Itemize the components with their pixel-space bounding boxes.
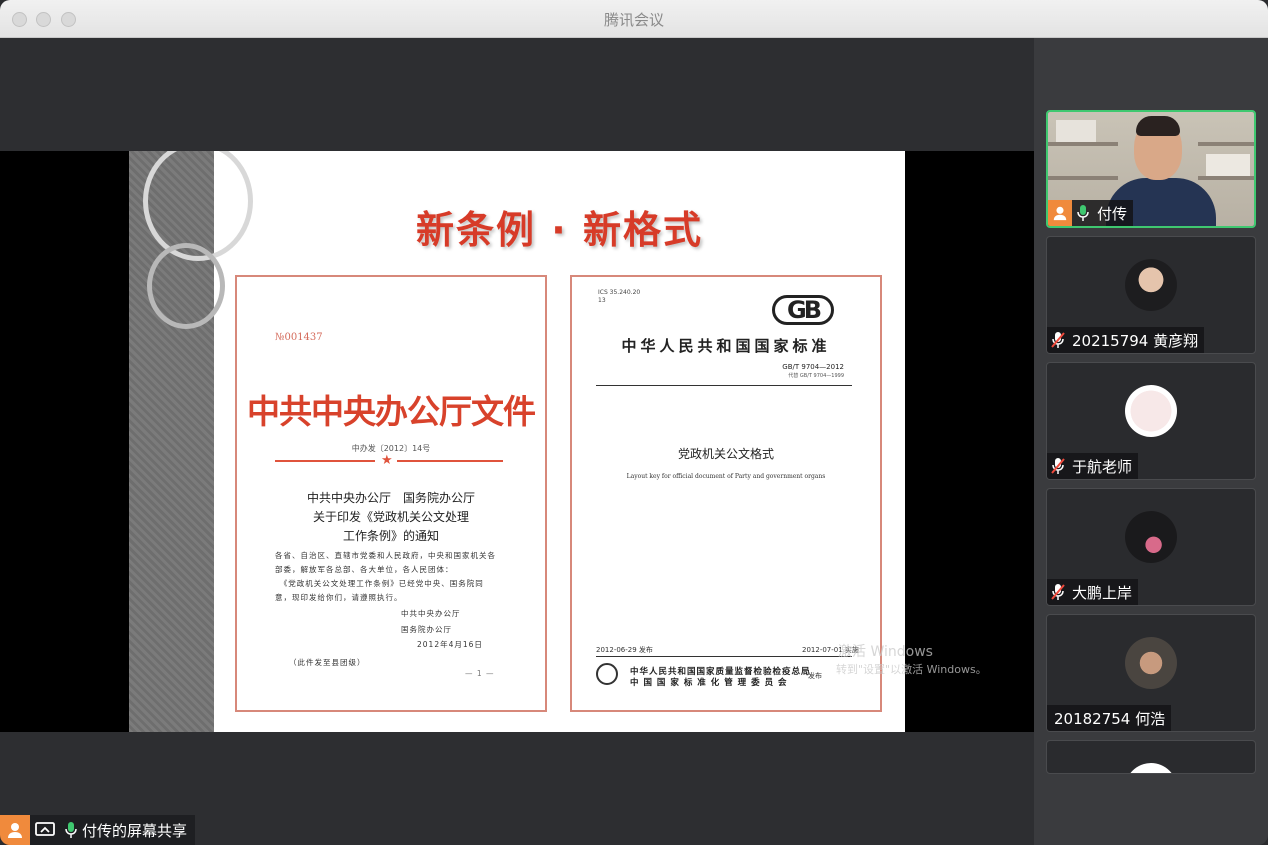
standard-rule [596, 385, 852, 386]
screen-share-label: 付传的屏幕共享 [82, 821, 188, 840]
video-shelf [1198, 142, 1254, 146]
standards-seal-icon [596, 663, 618, 685]
body-line: 《党政机关公文处理工作条例》已经党中央、国务院同 [275, 579, 484, 588]
slide-title: 新条例 · 新格式 [416, 208, 703, 252]
participant-tile-active[interactable]: 付传 [1046, 110, 1256, 228]
participant-tile[interactable] [1046, 740, 1256, 774]
participant-name: 付传 [1097, 204, 1128, 223]
user-avatar-icon [0, 815, 30, 845]
participant-name-tag: 于航老师 [1047, 453, 1139, 479]
notice-line: 中共中央办公厅 国务院办公厅 [306, 491, 475, 505]
doc-serial: №001437 [275, 332, 323, 343]
participant-tile[interactable]: 20182754 何浩 [1046, 614, 1256, 732]
participant-tile[interactable]: 20215794 黄彦翔 [1046, 236, 1256, 354]
standard-bottom-rule [596, 656, 852, 657]
mic-on-icon [1072, 200, 1094, 226]
sign-org: 中共中央办公厅 [401, 609, 461, 618]
document-left: №001437 中共中央办公厅文件 中办发〔2012〕14号 ★ 中共中央办公厅… [235, 275, 547, 712]
notice-line: 关于印发《党政机关公文处理 [312, 510, 469, 524]
shared-screen-stage: 新条例 · 新格式 №001437 中共中央办公厅文件 中办发〔2012〕14号… [0, 38, 1034, 845]
mic-on-icon [60, 817, 82, 843]
body-line: 意，现印发给你们，请遵照执行。 [275, 593, 403, 602]
decor-ring [147, 243, 225, 329]
participant-avatar [1125, 637, 1177, 689]
slide-decoration [129, 151, 253, 732]
title-bar: 腾讯会议 [0, 0, 1268, 38]
standard-code: GB/T 9704—2012 [782, 363, 844, 371]
participant-name: 20182754 何浩 [1054, 709, 1166, 728]
participant-name-tag: 付传 [1048, 200, 1134, 226]
ics-line: 13 [598, 297, 606, 304]
ics-code: ICS 35.240.20 13 [598, 289, 640, 305]
sign-org: 国务院办公厅 [401, 625, 452, 634]
participant-tile[interactable]: 大鹏上岸 [1046, 488, 1256, 606]
participant-tile[interactable]: 于航老师 [1046, 362, 1256, 480]
screen-share-badge: 付传的屏幕共享 [0, 815, 196, 845]
notice-line: 工作条例》的通知 [342, 529, 439, 543]
participant-sidebar[interactable]: 付传 20215794 黄彦翔 于航老师 大鹏上岸 20182754 何浩 [1034, 38, 1268, 845]
participant-avatar [1125, 259, 1177, 311]
sign-date: 2012年4月16日 [417, 640, 483, 649]
ics-line: ICS 35.240.20 [598, 289, 641, 296]
participant-name: 于航老师 [1072, 457, 1133, 476]
participant-name-tag: 大鹏上岸 [1047, 579, 1139, 605]
body-line: 部委，解放军各总部、各大单位，各人民团体： [275, 565, 454, 574]
distribution-note: （此件发至县团级） [289, 658, 366, 667]
video-books [1056, 120, 1096, 142]
meeting-window: 腾讯会议 新条例 · 新格式 №001437 中共中央办公厅文件 中办发〔201… [0, 0, 1268, 845]
participant-avatar [1125, 763, 1177, 773]
red-rule [397, 460, 503, 462]
video-books [1206, 154, 1250, 176]
mic-muted-icon [1047, 453, 1069, 479]
presentation-slide: 新条例 · 新格式 №001437 中共中央办公厅文件 中办发〔2012〕14号… [129, 151, 905, 732]
participant-avatar [1125, 511, 1177, 563]
publish-label: 发布 [808, 672, 822, 680]
mic-muted-icon [1047, 579, 1069, 605]
video-person [1136, 116, 1180, 136]
gb-logo: GB [772, 295, 834, 325]
standard-header: 中华人民共和国国家标准 [621, 337, 831, 355]
document-right: ICS 35.240.20 13 GB 中华人民共和国国家标准 GB/T 970… [570, 275, 882, 712]
red-star-icon: ★ [381, 453, 393, 468]
page-number: — 1 — [465, 669, 495, 678]
standard-replaces: 代替 GB/T 9704—1999 [788, 373, 844, 379]
participant-name-tag: 20182754 何浩 [1047, 705, 1172, 731]
screen-share-icon [30, 817, 60, 843]
issuing-org: 中 国 国 家 标 准 化 管 理 委 员 会 [630, 678, 788, 688]
participant-name: 大鹏上岸 [1072, 583, 1133, 602]
red-rule [275, 460, 375, 462]
doc-red-header: 中共中央办公厅文件 [247, 392, 536, 431]
video-shelf [1048, 142, 1118, 146]
standard-title-en: Layout key for official document of Part… [626, 473, 826, 480]
participant-avatar [1125, 385, 1177, 437]
issue-date: 2012-06-29 发布 [596, 646, 653, 654]
video-shelf [1198, 176, 1254, 180]
activation-watermark: 激活 Windows [838, 644, 933, 660]
window-title: 腾讯会议 [603, 11, 664, 29]
standard-title-cn: 党政机关公文格式 [677, 447, 774, 461]
video-shelf [1048, 176, 1118, 180]
participant-name-tag: 20215794 黄彦翔 [1047, 327, 1205, 353]
participant-name: 20215794 黄彦翔 [1072, 331, 1199, 350]
mic-muted-icon [1047, 327, 1069, 353]
activation-watermark-sub: 转到"设置"以激活 Windows。 [836, 663, 987, 676]
user-avatar-icon [1048, 200, 1072, 226]
body-line: 各省、自治区、直辖市党委和人民政府，中央和国家机关各 [275, 551, 496, 560]
